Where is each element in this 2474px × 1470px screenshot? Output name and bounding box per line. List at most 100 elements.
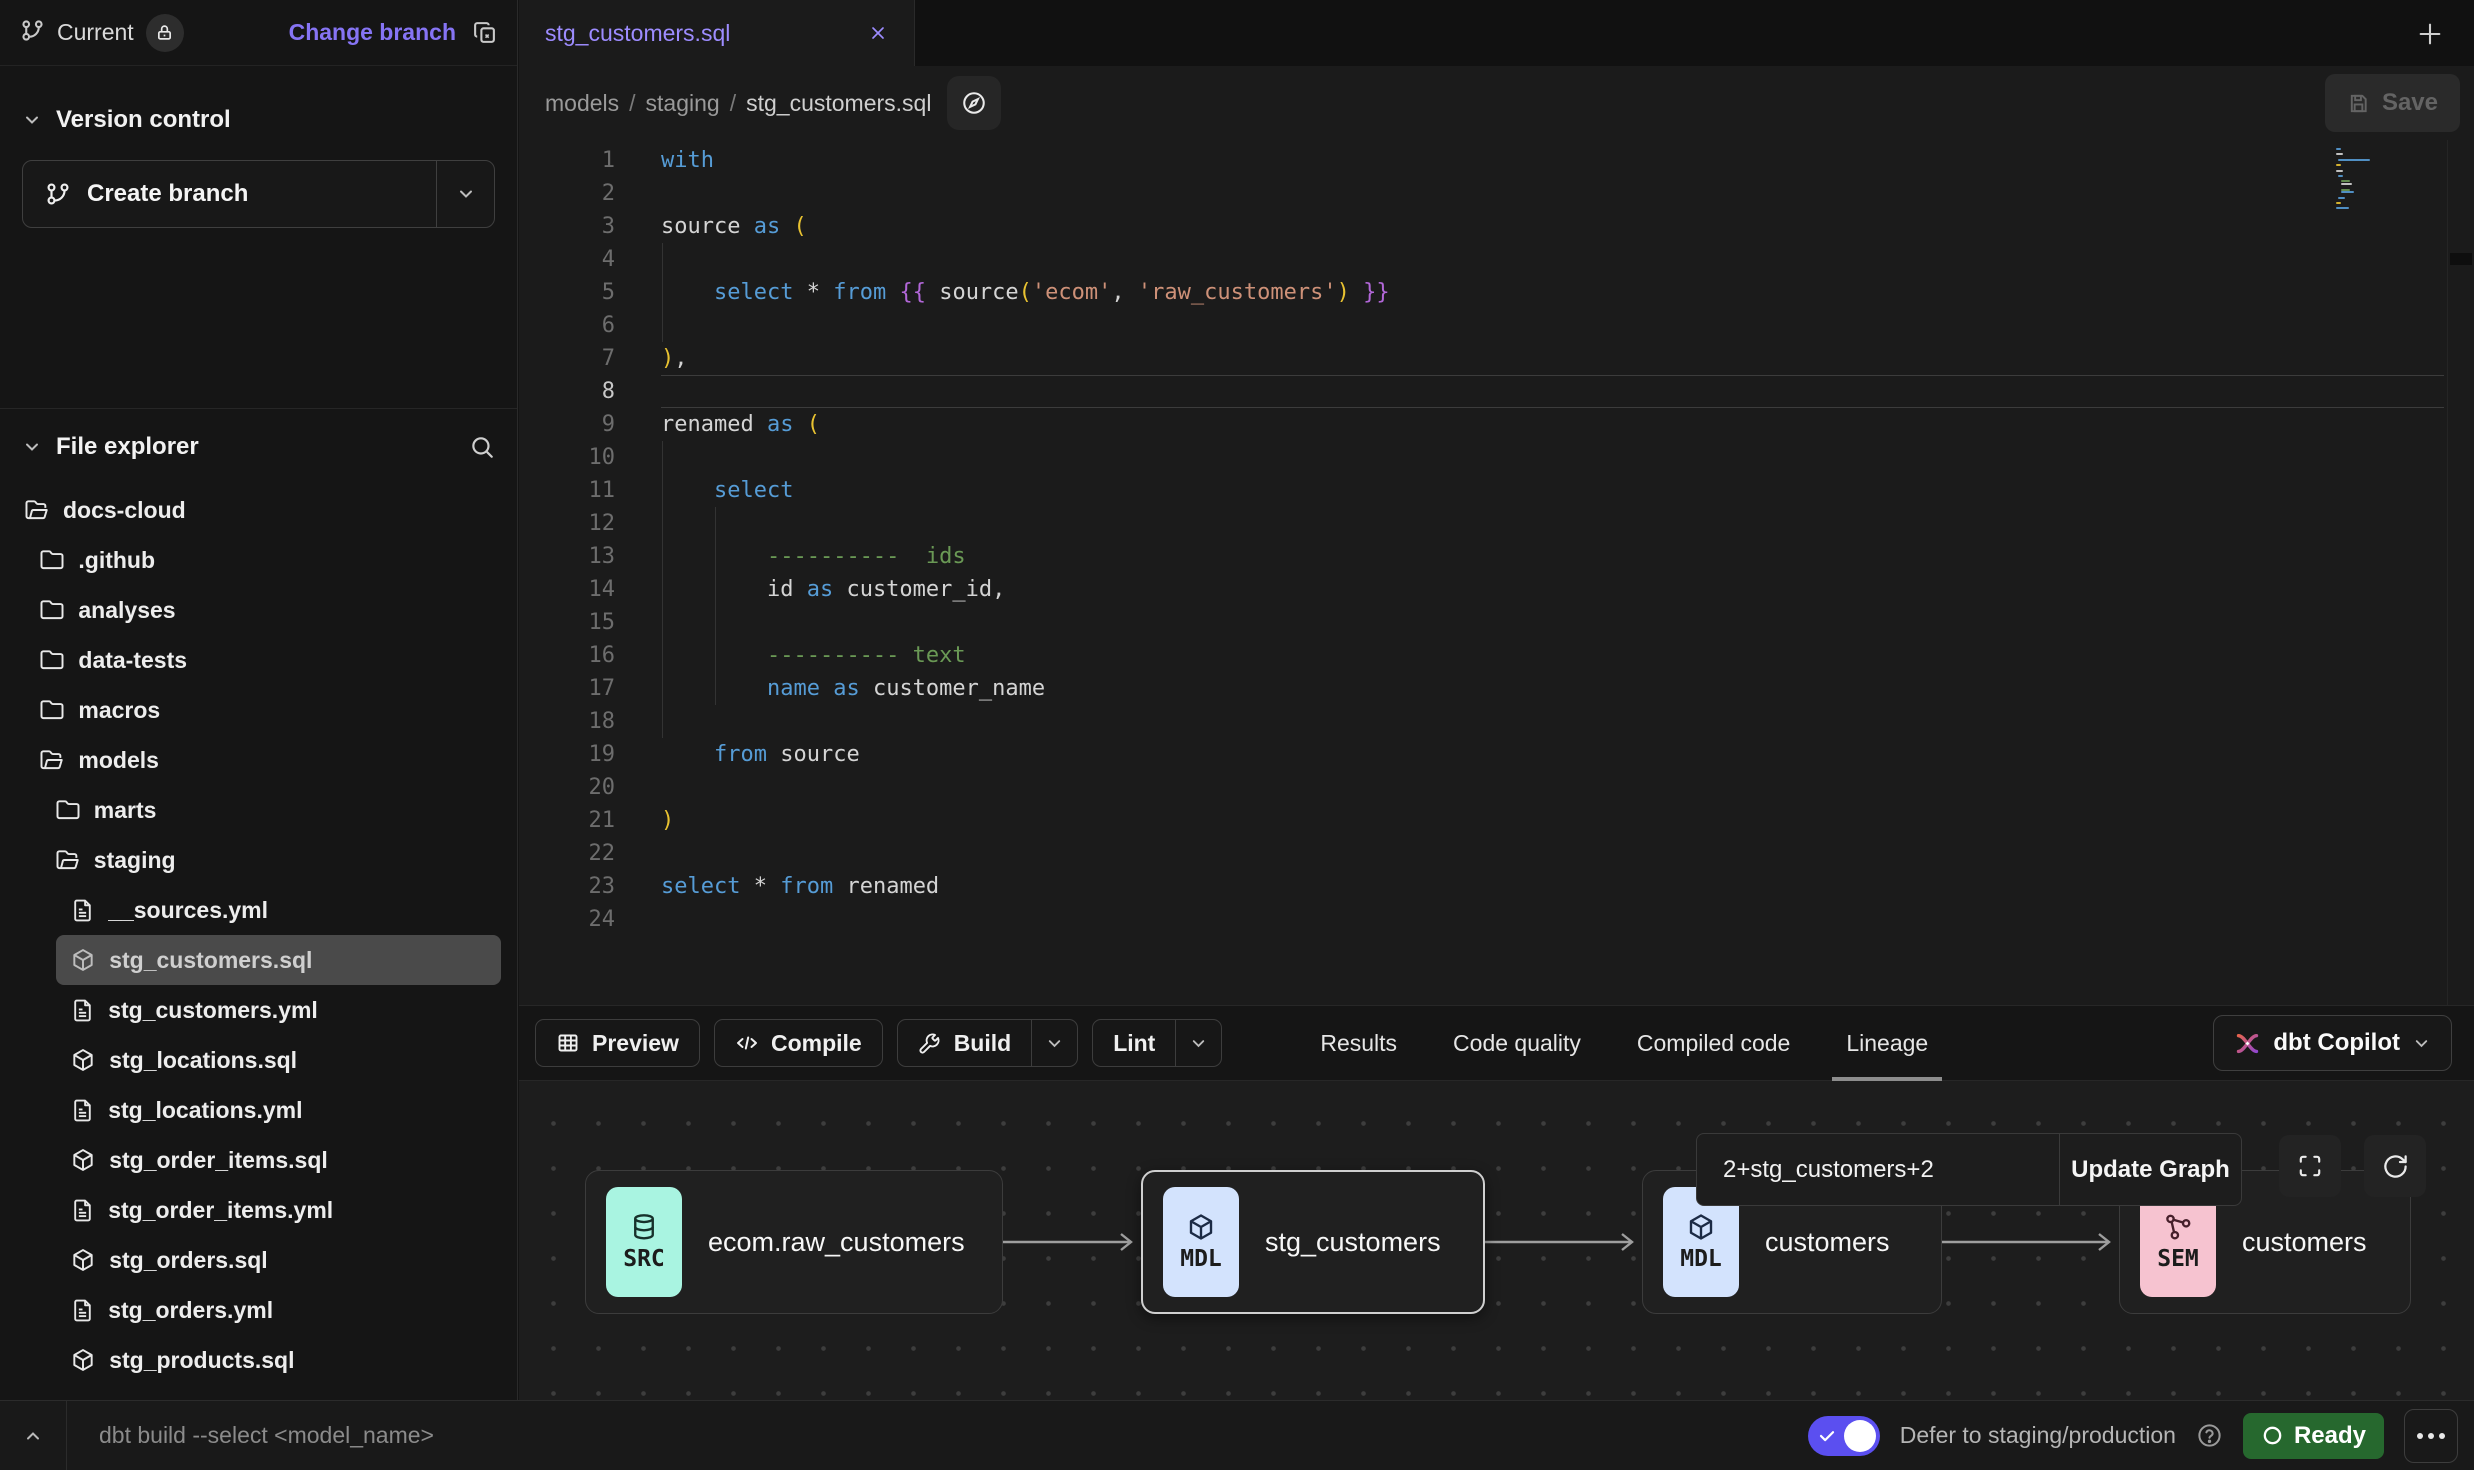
new-tab-button[interactable] — [2410, 14, 2450, 54]
tree-folder-staging[interactable]: staging — [41, 835, 501, 885]
tree-item-label: stg_products.sql — [109, 1347, 294, 1374]
create-branch-label: Create branch — [87, 180, 248, 208]
code-line-22[interactable]: 22 — [519, 837, 2474, 870]
tree-folder-models[interactable]: models — [25, 735, 501, 785]
tab-stg-customers-sql[interactable]: stg_customers.sql — [519, 0, 915, 66]
more-options-button[interactable] — [2404, 1409, 2458, 1463]
code-line-5[interactable]: 5 select * from {{ source('ecom', 'raw_c… — [519, 276, 2474, 309]
code-line-8[interactable]: 8 — [519, 375, 2474, 408]
compile-button[interactable]: Compile — [714, 1019, 883, 1067]
tree-file-stg-order-items-yml[interactable]: stg_order_items.yml — [56, 1185, 501, 1235]
code-text: from source — [661, 738, 2444, 771]
breadcrumb-segment[interactable]: models — [545, 90, 619, 117]
editor-minimap[interactable] — [2336, 148, 2440, 218]
branch-bar: Current Change branch — [0, 0, 517, 66]
tree-file-stg-locations-sql[interactable]: stg_locations.sql — [56, 1035, 501, 1085]
database-icon — [629, 1212, 659, 1242]
lineage-filter-input[interactable] — [1697, 1134, 2059, 1205]
docs-compass-button[interactable] — [947, 76, 1001, 130]
lineage-refresh-button[interactable] — [2364, 1135, 2426, 1197]
search-icon[interactable] — [469, 434, 495, 460]
code-line-3[interactable]: 3source as ( — [519, 210, 2474, 243]
save-button[interactable]: Save — [2325, 74, 2460, 132]
node-label: customers — [2242, 1227, 2397, 1258]
preview-button[interactable]: Preview — [535, 1019, 700, 1067]
command-input[interactable] — [99, 1422, 1808, 1449]
code-line-19[interactable]: 19 from source — [519, 738, 2474, 771]
code-line-17[interactable]: 17 name as customer_name — [519, 672, 2474, 705]
breadcrumb-segment[interactable]: staging — [646, 90, 720, 117]
file-explorer-section: File explorer docs-cloud .github analyses d… — [0, 408, 517, 1385]
code-line-20[interactable]: 20 — [519, 771, 2474, 804]
ide-status-button[interactable]: Ready — [2243, 1413, 2384, 1459]
code-line-11[interactable]: 11 select — [519, 474, 2474, 507]
lint-button[interactable]: Lint — [1092, 1019, 1222, 1067]
code-line-1[interactable]: 1with — [519, 144, 2474, 177]
line-number: 19 — [519, 738, 645, 771]
dbt-copilot-button[interactable]: dbt Copilot — [2213, 1015, 2452, 1071]
code-line-14[interactable]: 14 id as customer_id, — [519, 573, 2474, 606]
tree-file-stg-orders-yml[interactable]: stg_orders.yml — [56, 1285, 501, 1335]
tree-file--sources-yml[interactable]: __sources.yml — [56, 885, 501, 935]
code-line-21[interactable]: 21) — [519, 804, 2474, 837]
update-graph-button[interactable]: Update Graph — [2059, 1134, 2241, 1205]
tab-compiled-code[interactable]: Compiled code — [1609, 1006, 1818, 1080]
command-bar-expand-button[interactable] — [0, 1401, 66, 1470]
code-line-4[interactable]: 4 — [519, 243, 2474, 276]
tree-item-label: analyses — [78, 597, 175, 624]
line-number: 17 — [519, 672, 645, 705]
defer-toggle[interactable] — [1808, 1416, 1880, 1456]
create-branch-button[interactable]: Create branch — [22, 160, 495, 228]
lineage-panel[interactable]: SRCecom.raw_customersMDLstg_customersMDL… — [519, 1081, 2474, 1400]
tab-close-icon[interactable] — [868, 23, 888, 43]
tree-file-stg-customers-sql[interactable]: stg_customers.sql — [56, 935, 501, 985]
create-branch-dropdown[interactable] — [436, 161, 494, 227]
tree-file-stg-locations-yml[interactable]: stg_locations.yml — [56, 1085, 501, 1135]
create-branch-main[interactable]: Create branch — [23, 161, 436, 227]
code-line-13[interactable]: 13 ---------- ids — [519, 540, 2474, 573]
lineage-fullscreen-button[interactable] — [2279, 1135, 2341, 1197]
tree-folder-analyses[interactable]: analyses — [25, 585, 501, 635]
tree-file-stg-order-items-sql[interactable]: stg_order_items.sql — [56, 1135, 501, 1185]
code-line-18[interactable]: 18 — [519, 705, 2474, 738]
tab-results[interactable]: Results — [1292, 1006, 1425, 1080]
code-line-10[interactable]: 10 — [519, 441, 2474, 474]
code-line-12[interactable]: 12 — [519, 507, 2474, 540]
tab-code-quality[interactable]: Code quality — [1425, 1006, 1609, 1080]
version-control-header[interactable]: Version control — [0, 106, 517, 134]
line-number: 3 — [519, 210, 645, 243]
copy-icon[interactable] — [472, 20, 497, 45]
help-icon[interactable] — [2196, 1422, 2223, 1449]
tree-folder-marts[interactable]: marts — [41, 785, 501, 835]
tree-folder--github[interactable]: .github — [25, 535, 501, 585]
tree-folder-docs-cloud[interactable]: docs-cloud — [10, 485, 501, 535]
lineage-node-ecom-raw-customers[interactable]: SRCecom.raw_customers — [585, 1170, 1003, 1314]
line-number: 11 — [519, 474, 645, 507]
lint-dropdown[interactable] — [1175, 1020, 1221, 1066]
code-line-23[interactable]: 23select * from renamed — [519, 870, 2474, 903]
code-line-2[interactable]: 2 — [519, 177, 2474, 210]
tree-item-label: .github — [78, 547, 155, 574]
tree-file-stg-products-sql[interactable]: stg_products.sql — [56, 1335, 501, 1385]
code-text: ---------- ids — [661, 540, 2444, 573]
tree-folder-data-tests[interactable]: data-tests — [25, 635, 501, 685]
code-line-9[interactable]: 9renamed as ( — [519, 408, 2474, 441]
lint-label: Lint — [1113, 1030, 1155, 1057]
tab-lineage[interactable]: Lineage — [1818, 1006, 1956, 1080]
tree-file-stg-customers-yml[interactable]: stg_customers.yml — [56, 985, 501, 1035]
lineage-node-stg-customers[interactable]: MDLstg_customers — [1141, 1170, 1485, 1314]
code-line-16[interactable]: 16 ---------- text — [519, 639, 2474, 672]
code-editor[interactable]: 1with23source as (45 select * from {{ so… — [519, 140, 2474, 1005]
line-number: 24 — [519, 903, 645, 936]
build-button[interactable]: Build — [897, 1019, 1079, 1067]
tree-file-stg-orders-sql[interactable]: stg_orders.sql — [56, 1235, 501, 1285]
code-line-7[interactable]: 7), — [519, 342, 2474, 375]
change-branch-link[interactable]: Change branch — [289, 19, 456, 46]
code-line-24[interactable]: 24 — [519, 903, 2474, 936]
code-line-15[interactable]: 15 — [519, 606, 2474, 639]
file-explorer-header[interactable]: File explorer — [0, 433, 517, 461]
build-dropdown[interactable] — [1031, 1020, 1077, 1066]
editor-scrollbar-thumb[interactable] — [2450, 253, 2472, 265]
code-line-6[interactable]: 6 — [519, 309, 2474, 342]
tree-folder-macros[interactable]: macros — [25, 685, 501, 735]
